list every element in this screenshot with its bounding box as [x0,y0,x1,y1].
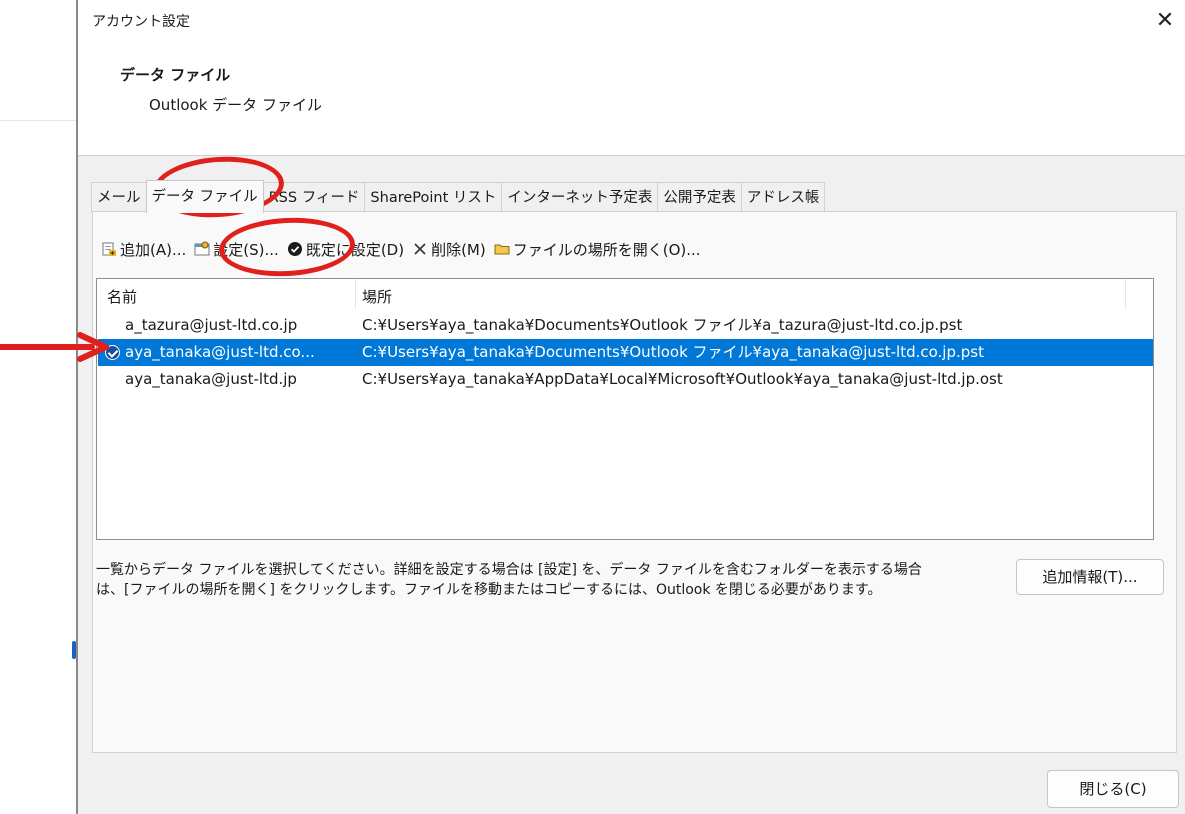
close-button[interactable]: 閉じる(C) [1047,770,1179,808]
add-button[interactable]: 追加(A)... [101,239,186,260]
open-location-button[interactable]: ファイルの場所を開く(O)... [494,239,701,260]
row-location: C:¥Users¥aya_tanaka¥AppData¥Local¥Micros… [362,370,1003,388]
list-row-selected[interactable]: aya_tanaka@just-ltd.co... C:¥Users¥aya_t… [98,339,1153,366]
column-header-name[interactable]: 名前 [107,286,137,307]
more-info-button[interactable]: 追加情報(T)... [1016,559,1164,595]
add-button-label: 追加(A)... [120,240,187,259]
tab-sharepoint-lists[interactable]: SharePoint リスト [364,182,503,212]
column-separator[interactable] [1125,279,1126,309]
default-checkmark-icon [105,345,120,360]
tab-rss-feeds[interactable]: RSS フィード [262,182,366,212]
tab-strip: メール データ ファイル RSS フィード SharePoint リスト インタ… [91,180,826,213]
row-name: aya_tanaka@just-ltd.jp [125,370,297,388]
set-default-button-label: 既定に設定(D) [305,240,405,259]
screen: アカウント設定 ✕ データ ファイル Outlook データ ファイル メール … [0,0,1185,814]
row-location: C:¥Users¥aya_tanaka¥Documents¥Outlook ファ… [362,316,963,334]
list-header: 名前 場所 [97,279,1153,309]
remove-button[interactable]: 削除(M) [412,239,486,260]
set-default-button[interactable]: 既定に設定(D) [287,239,404,260]
row-name: aya_tanaka@just-ltd.co... [125,339,359,366]
tab-internet-calendars[interactable]: インターネット予定表 [501,182,659,212]
column-header-location[interactable]: 場所 [362,286,392,307]
settings-icon [194,241,210,257]
checkmark-icon [287,241,303,257]
tab-data-files[interactable]: データ ファイル [145,180,264,213]
row-location: C:¥Users¥aya_tanaka¥Documents¥Outlook ファ… [362,343,984,361]
tab-mail[interactable]: メール [91,182,147,212]
toolbar: 追加(A)... 設定(S)... 既定に設定(D) 削除(M) ファイルの場所… [101,236,709,262]
settings-button-label: 設定(S)... [213,240,279,259]
help-text-line: 一覧からデータ ファイルを選択してください。詳細を設定する場合は [設定] を、… [96,562,922,578]
tab-published-calendars[interactable]: 公開予定表 [657,182,742,212]
header-subtitle: Outlook データ ファイル [149,96,322,114]
title-bar: アカウント設定 ✕ [78,0,1185,42]
data-file-list[interactable]: 名前 場所 a_tazura@just-ltd.co.jp C:¥Users¥a… [96,278,1154,540]
tab-address-books[interactable]: アドレス帳 [740,182,826,212]
settings-button[interactable]: 設定(S)... [194,239,279,260]
open-location-button-label: ファイルの場所を開く(O)... [512,240,701,259]
add-file-icon [101,241,117,257]
dialog-title: アカウント設定 [92,14,190,30]
row-name: a_tazura@just-ltd.co.jp [125,316,298,334]
data-files-panel: 追加(A)... 設定(S)... 既定に設定(D) 削除(M) ファイルの場所… [92,211,1177,753]
column-separator[interactable] [355,279,356,309]
list-row[interactable]: aya_tanaka@just-ltd.jp C:¥Users¥aya_tana… [98,366,1153,393]
header-title: データ ファイル [120,66,231,84]
folder-icon [494,241,510,257]
x-icon [412,241,428,257]
remove-button-label: 削除(M) [431,240,486,259]
help-text: 一覧からデータ ファイルを選択してください。詳細を設定する場合は [設定] を、… [96,560,996,600]
dialog-header: データ ファイル Outlook データ ファイル [78,42,1185,156]
close-icon[interactable]: ✕ [1147,4,1183,38]
background-app-strip [0,0,76,814]
list-row[interactable]: a_tazura@just-ltd.co.jp C:¥Users¥aya_tan… [98,312,1153,339]
account-settings-dialog: アカウント設定 ✕ データ ファイル Outlook データ ファイル メール … [76,0,1185,814]
help-text-line: は、[ファイルの場所を開く] をクリックします。ファイルを移動またはコピーするに… [96,582,882,598]
